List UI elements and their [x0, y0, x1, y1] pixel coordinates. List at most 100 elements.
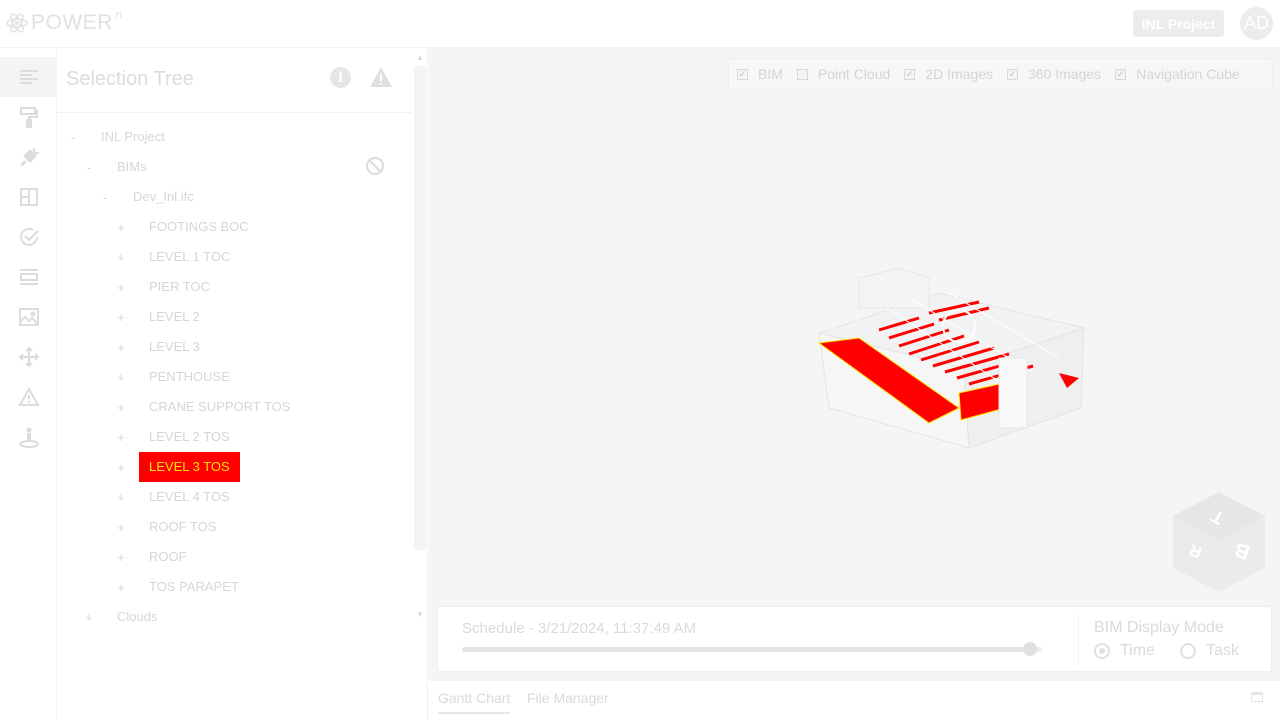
schedule-slider[interactable] — [462, 642, 1042, 656]
checkbox-checked-icon[interactable]: ✓ — [1115, 68, 1127, 80]
expand-toggle[interactable]: + — [113, 370, 129, 385]
tree-node[interactable]: + LEVEL 2 TOS — [113, 425, 240, 449]
rail-item-sections[interactable] — [0, 257, 57, 297]
layer-option-navigation-cube[interactable]: ✓ Navigation Cube — [1115, 66, 1240, 82]
mode-task-radio[interactable]: Task — [1180, 642, 1239, 660]
expand-toggle[interactable]: + — [113, 220, 129, 235]
tree-node[interactable]: + LEVEL 1 TOC — [113, 245, 240, 269]
expand-toggle[interactable]: + — [113, 430, 129, 445]
expand-toggle[interactable]: + — [113, 580, 129, 595]
3d-viewer[interactable]: ✓ BIM Point Cloud ✓ 2D Images ✓ 360 Imag… — [429, 48, 1280, 680]
tree-node[interactable]: - Dev_Inl.ifc — [97, 185, 204, 209]
tree-node[interactable]: - BIMs — [81, 155, 157, 179]
collapse-panel-icon[interactable] — [1251, 692, 1263, 702]
layout-icon — [19, 188, 38, 206]
image-icon — [18, 308, 39, 326]
rail-item-move[interactable] — [0, 337, 57, 377]
slider-handle[interactable] — [1023, 642, 1038, 656]
logo[interactable]: POWER n — [6, 9, 122, 36]
tab-gantt-chart[interactable]: Gantt Chart — [438, 690, 511, 714]
bim-building-model[interactable] — [809, 268, 1089, 478]
tree-node-label[interactable]: LEVEL 1 TOC — [139, 242, 240, 272]
rail-item-connections[interactable] — [0, 137, 57, 177]
layer-option-point-cloud[interactable]: Point Cloud — [796, 66, 890, 82]
layer-option-bim[interactable]: ✓ BIM — [737, 66, 783, 82]
user-avatar[interactable]: AD — [1240, 7, 1273, 40]
tree-node[interactable]: + Clouds — [81, 605, 167, 629]
tree-node[interactable]: + LEVEL 2 — [113, 305, 210, 329]
collapse-toggle[interactable]: - — [81, 160, 97, 175]
tree-node-label[interactable]: LEVEL 3 — [139, 332, 210, 362]
warning-icon[interactable] — [369, 66, 393, 88]
expand-toggle[interactable]: + — [81, 610, 97, 625]
navigation-cube-icon[interactable]: T R B — [1173, 492, 1265, 592]
tree-node-label[interactable]: BIMs — [107, 152, 157, 182]
tree-node-label[interactable]: ROOF TOS — [139, 512, 226, 542]
tree-node[interactable]: + FOOTINGS BOC — [113, 215, 259, 239]
info-icon[interactable]: i — [330, 67, 351, 88]
tree-node-label[interactable]: ROOF — [139, 542, 197, 572]
tree-node[interactable]: + LEVEL 3 — [113, 335, 210, 359]
tree-node-label[interactable]: LEVEL 2 TOS — [139, 422, 240, 452]
scroll-down-arrow[interactable]: ▼ — [414, 610, 426, 620]
rail-item-appearance[interactable] — [0, 97, 57, 137]
plug-icon — [19, 148, 39, 167]
tree-node-label[interactable]: INL Project — [91, 122, 175, 152]
expand-toggle[interactable]: + — [113, 340, 129, 355]
scroll-up-arrow[interactable]: ▲ — [414, 53, 426, 63]
rail-item-location[interactable] — [0, 417, 57, 457]
mode-time-radio[interactable]: Time — [1094, 642, 1155, 660]
expand-toggle[interactable]: + — [113, 280, 129, 295]
checkbox-checked-icon[interactable]: ✓ — [1006, 68, 1018, 80]
tree-node-label[interactable]: PENTHOUSE — [139, 362, 240, 392]
paint-roller-icon — [19, 107, 38, 128]
radio-unselected-icon[interactable] — [1180, 643, 1196, 659]
expand-toggle[interactable]: + — [113, 520, 129, 535]
left-tool-rail — [0, 48, 57, 720]
rail-item-images[interactable] — [0, 297, 57, 337]
tree-node-label[interactable]: Clouds — [107, 602, 167, 632]
tree-node[interactable]: + PIER TOC — [113, 275, 220, 299]
project-selector-button[interactable]: INL Project — [1133, 10, 1224, 37]
tree-node[interactable]: + LEVEL 4 TOS — [113, 485, 240, 509]
tree-node-label-selected[interactable]: LEVEL 3 TOS — [139, 452, 240, 482]
tree-node[interactable]: + CRANE SUPPORT TOS — [113, 395, 300, 419]
check-circle-icon — [19, 227, 39, 246]
tree-node[interactable]: + ROOF — [113, 545, 197, 569]
layer-option-360-images[interactable]: ✓ 360 Images — [1006, 66, 1101, 82]
expand-toggle[interactable]: + — [113, 490, 129, 505]
tree-node[interactable]: + TOS PARAPET — [113, 575, 249, 599]
warning-icon — [17, 386, 40, 406]
expand-toggle[interactable]: + — [113, 460, 129, 475]
checkbox-checked-icon[interactable]: ✓ — [904, 68, 916, 80]
rail-item-issues[interactable] — [0, 377, 57, 417]
tree-node-selected[interactable]: + LEVEL 3 TOS — [113, 452, 240, 482]
tree-node-label[interactable]: Dev_Inl.ifc — [123, 182, 204, 212]
radio-selected-icon[interactable] — [1094, 643, 1110, 659]
rail-item-selection-tree[interactable] — [0, 57, 57, 97]
tree-node-label[interactable]: LEVEL 4 TOS — [139, 482, 240, 512]
expand-toggle[interactable]: + — [113, 310, 129, 325]
tree-node[interactable]: - INL Project — [65, 125, 175, 149]
layer-option-2d-images[interactable]: ✓ 2D Images — [904, 66, 993, 82]
expand-toggle[interactable]: + — [113, 400, 129, 415]
rail-item-layout[interactable] — [0, 177, 57, 217]
expand-toggle[interactable]: + — [113, 550, 129, 565]
tree-node[interactable]: + PENTHOUSE — [113, 365, 240, 389]
hide-ban-icon[interactable] — [365, 156, 385, 176]
tree-node-label[interactable]: FOOTINGS BOC — [139, 212, 259, 242]
scrollbar-thumb[interactable] — [414, 66, 426, 550]
collapse-toggle[interactable]: - — [65, 130, 81, 145]
checkbox-checked-icon[interactable]: ✓ — [737, 68, 748, 80]
tree-node-label[interactable]: PIER TOC — [139, 272, 220, 302]
tab-file-manager[interactable]: File Manager — [527, 690, 609, 714]
tree-node-label[interactable]: LEVEL 2 — [139, 302, 210, 332]
tree-node-label[interactable]: TOS PARAPET — [139, 572, 249, 602]
tree-node-label[interactable]: CRANE SUPPORT TOS — [139, 392, 300, 422]
expand-toggle[interactable]: + — [113, 250, 129, 265]
rail-item-tasks[interactable] — [0, 217, 57, 257]
tree-node[interactable]: + ROOF TOS — [113, 515, 226, 539]
list-icon — [19, 70, 38, 84]
collapse-toggle[interactable]: - — [97, 190, 113, 205]
checkbox-unchecked-icon[interactable] — [796, 68, 808, 80]
